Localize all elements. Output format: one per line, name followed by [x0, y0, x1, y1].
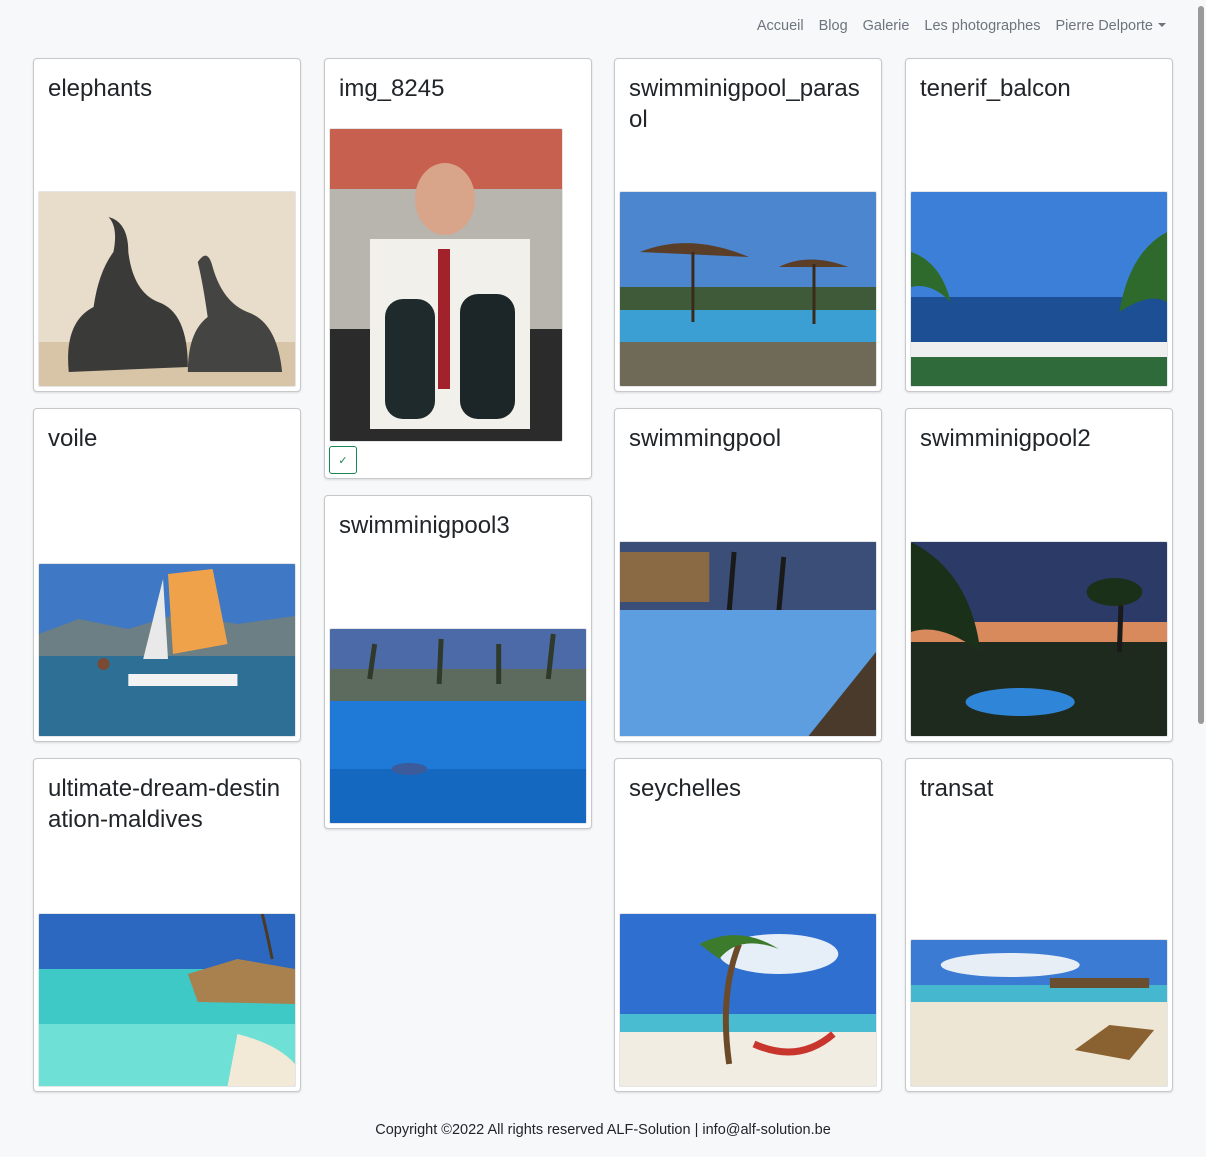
- card-title: voile: [48, 425, 98, 452]
- gallery-card[interactable]: voile: [33, 408, 301, 742]
- pool-with-parasols-photo[interactable]: [619, 191, 877, 387]
- pool-night-photo[interactable]: [619, 541, 877, 737]
- card-title: swimminigpool3: [339, 512, 510, 539]
- gallery-column-1: elephants voile ultimate-dream-destinati…: [33, 58, 301, 1108]
- gallery-column-2: img_8245 ✓ swimminigpool3: [324, 58, 592, 845]
- top-navbar: Accueil Blog Galerie Les photographes Pi…: [757, 0, 1166, 52]
- caret-down-icon: [1158, 23, 1166, 27]
- nav-link-photographes[interactable]: Les photographes: [924, 18, 1040, 34]
- beach-palm-hammock-photo[interactable]: [619, 913, 877, 1087]
- nav-link-galerie[interactable]: Galerie: [863, 18, 910, 34]
- footer-copyright: Copyright ©2022 All rights reserved ALF-…: [375, 1122, 831, 1138]
- card-title: ultimate-dream-destination-maldives: [48, 775, 281, 833]
- beach-lounger-photo[interactable]: [910, 939, 1168, 1087]
- catamaran-sailing-photo[interactable]: [38, 563, 296, 737]
- gallery-column-4: tenerif_balcon swimminigpool2 transat: [905, 58, 1173, 1108]
- gallery-card[interactable]: transat: [905, 758, 1173, 1092]
- gallery-card[interactable]: seychelles: [614, 758, 882, 1092]
- balcony-sea-view-photo[interactable]: [910, 191, 1168, 387]
- man-holding-champagne-bottles-photo[interactable]: [329, 128, 563, 442]
- card-title: seychelles: [629, 775, 742, 802]
- card-title: tenerif_balcon: [920, 75, 1071, 102]
- card-title: elephants: [48, 75, 153, 102]
- gallery-card[interactable]: ultimate-dream-destination-maldives: [33, 758, 301, 1092]
- gallery-card[interactable]: swimmingpool: [614, 408, 882, 742]
- gallery-card[interactable]: img_8245 ✓: [324, 58, 592, 479]
- scrollbar-thumb[interactable]: [1198, 6, 1204, 724]
- user-dropdown[interactable]: Pierre Delporte: [1055, 18, 1166, 34]
- gallery-card[interactable]: swimminigpool2: [905, 408, 1173, 742]
- card-title: img_8245: [339, 75, 445, 102]
- card-title: transat: [920, 775, 994, 802]
- select-checkbox[interactable]: ✓: [329, 446, 357, 474]
- pool-sunset-photo[interactable]: [910, 541, 1168, 737]
- nav-link-accueil[interactable]: Accueil: [757, 18, 804, 34]
- gallery-card[interactable]: elephants: [33, 58, 301, 392]
- gallery-card[interactable]: swimminigpool_parasol: [614, 58, 882, 392]
- scrollbar[interactable]: [1196, 0, 1206, 1157]
- elephant-sculptures-photo[interactable]: [38, 191, 296, 387]
- user-name: Pierre Delporte: [1055, 18, 1153, 34]
- nav-link-blog[interactable]: Blog: [819, 18, 848, 34]
- card-title: swimminigpool_parasol: [629, 75, 860, 133]
- gallery-card[interactable]: swimminigpool3: [324, 495, 592, 829]
- card-title: swimminigpool2: [920, 425, 1091, 452]
- card-title: swimmingpool: [629, 425, 782, 452]
- gallery-column-3: swimminigpool_parasol swimmingpool seych…: [614, 58, 882, 1108]
- gallery-card[interactable]: tenerif_balcon: [905, 58, 1173, 392]
- hotel-pool-dusk-photo[interactable]: [329, 628, 587, 824]
- maldives-overwater-bungalows-photo[interactable]: [38, 913, 296, 1087]
